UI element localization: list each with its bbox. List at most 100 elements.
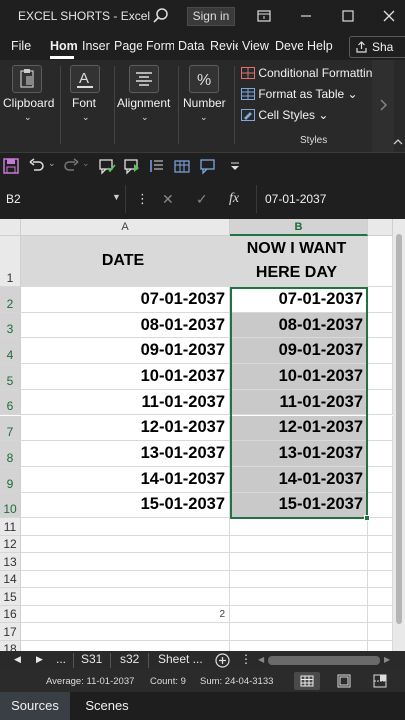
minimize-icon[interactable] xyxy=(298,8,314,24)
cell-c[interactable] xyxy=(368,466,393,493)
cancel-icon[interactable]: ✕ xyxy=(162,191,174,208)
enter-icon[interactable]: ✓ xyxy=(196,191,208,208)
insert-function-icon[interactable]: fx xyxy=(229,191,239,207)
cell-a14[interactable] xyxy=(21,570,230,589)
column-header-a[interactable]: A xyxy=(21,219,230,236)
cell-a1-header[interactable]: DATE xyxy=(21,236,230,287)
row-header[interactable]: 8 xyxy=(0,441,21,467)
sheet-tab-s32[interactable]: s32 xyxy=(120,652,139,666)
undo-icon[interactable] xyxy=(28,157,46,175)
redo-icon[interactable] xyxy=(62,157,80,175)
cell-a6[interactable]: 11-01-2037 xyxy=(21,389,230,416)
scroll-right-icon[interactable]: ▶ xyxy=(384,655,390,664)
cell-a9[interactable]: 14-01-2037 xyxy=(21,466,230,493)
tab-help[interactable]: Help xyxy=(307,39,333,53)
cell-b8[interactable]: 13-01-2037 xyxy=(230,441,368,467)
fill-handle[interactable] xyxy=(364,515,370,521)
select-all-corner[interactable] xyxy=(0,219,21,236)
row-header[interactable]: 18 xyxy=(0,640,21,651)
redo-dropdown-icon[interactable]: ⌄ xyxy=(82,158,90,169)
tab-home[interactable]: Hom xyxy=(50,39,77,53)
chevron-down-icon[interactable]: ▼ xyxy=(112,192,121,202)
cell-b5[interactable]: 10-01-2037 xyxy=(230,364,368,390)
cell-a16[interactable]: 2 xyxy=(21,605,230,624)
cell-b16[interactable] xyxy=(230,605,368,624)
row-header[interactable]: 1 xyxy=(0,236,21,287)
cell-b11[interactable] xyxy=(230,518,368,536)
cell-c[interactable] xyxy=(368,338,393,365)
ribbon-scroll-right[interactable] xyxy=(372,60,394,152)
tab-view[interactable]: View xyxy=(242,39,272,53)
cell-b14[interactable] xyxy=(230,570,368,589)
more-sheets-left[interactable]: ... xyxy=(56,652,66,666)
tab-data[interactable]: Data xyxy=(178,39,206,53)
tab-formulas[interactable]: Form xyxy=(146,39,174,53)
undo-dropdown-icon[interactable]: ⌄ xyxy=(48,158,56,169)
cell-b2[interactable]: 07-01-2037 xyxy=(230,287,368,313)
row-header[interactable]: 4 xyxy=(0,338,21,365)
cell-c[interactable] xyxy=(368,640,393,651)
cell-c[interactable] xyxy=(368,415,393,442)
row-header[interactable]: 16 xyxy=(0,605,21,624)
cell-b1-header[interactable]: NOW I WANT HERE DAY xyxy=(230,236,368,287)
cell-c[interactable] xyxy=(368,588,393,606)
cell-c[interactable] xyxy=(368,287,393,313)
sheet-tab-s31[interactable]: S31 xyxy=(81,652,102,666)
comment-arrow-icon[interactable] xyxy=(123,157,141,175)
save-icon[interactable] xyxy=(2,157,20,175)
cell-c[interactable] xyxy=(368,553,393,571)
scroll-left-icon[interactable]: ◀ xyxy=(258,655,264,664)
cell-a7[interactable]: 12-01-2037 xyxy=(21,415,230,442)
alignment-group[interactable]: Alignment ⌄ xyxy=(116,60,176,152)
normal-view-button[interactable] xyxy=(294,672,320,690)
worksheet-grid[interactable]: A B 1 DATE NOW I WANT HERE DAY 2 07-01-2037 07… xyxy=(0,219,393,651)
search-icon[interactable] xyxy=(152,7,170,25)
cell-c[interactable] xyxy=(368,312,393,339)
page-break-view-button[interactable] xyxy=(367,672,393,690)
scenes-tab[interactable]: Scenes xyxy=(74,692,140,720)
cell-b6[interactable]: 11-01-2037 xyxy=(230,389,368,416)
cell-a8[interactable]: 13-01-2037 xyxy=(21,441,230,467)
cell-b7[interactable]: 12-01-2037 xyxy=(230,415,368,442)
cell-c[interactable] xyxy=(368,605,393,624)
next-sheet-icon[interactable]: ▶ xyxy=(36,654,43,665)
cell-a10[interactable]: 15-01-2037 xyxy=(21,492,230,519)
sheet-tab-more[interactable]: Sheet ... xyxy=(158,652,203,666)
number-group[interactable]: % Number ⌄ xyxy=(180,60,232,152)
row-header[interactable]: 3 xyxy=(0,312,21,339)
cell-a15[interactable] xyxy=(21,588,230,606)
cell-b3[interactable]: 08-01-2037 xyxy=(230,312,368,339)
cell-b9[interactable]: 14-01-2037 xyxy=(230,466,368,493)
row-header[interactable]: 13 xyxy=(0,553,21,571)
close-icon[interactable] xyxy=(381,8,397,24)
comment-check-icon[interactable] xyxy=(98,157,116,175)
row-header[interactable]: 11 xyxy=(0,518,21,536)
cell-c[interactable] xyxy=(368,389,393,416)
tab-review[interactable]: Revie xyxy=(210,39,238,53)
cell-c[interactable] xyxy=(368,364,393,390)
font-group[interactable]: A Font ⌄ xyxy=(62,60,112,152)
column-header-c[interactable] xyxy=(368,219,393,236)
row-header[interactable]: 15 xyxy=(0,588,21,606)
row-header[interactable]: 2 xyxy=(0,287,21,313)
tab-file[interactable]: File xyxy=(11,39,31,53)
cell-b12[interactable] xyxy=(230,535,368,554)
tab-page-layout[interactable]: Page xyxy=(114,39,142,53)
row-header[interactable]: 9 xyxy=(0,466,21,493)
customize-toolbar-icon[interactable] xyxy=(226,157,244,175)
conditional-formatting-button[interactable]: Conditional Formatting xyxy=(241,66,379,80)
formula-input[interactable]: 07-01-2037 xyxy=(256,185,405,213)
column-header-b[interactable]: B xyxy=(230,219,368,236)
cell-c[interactable] xyxy=(368,236,393,287)
row-header[interactable]: 5 xyxy=(0,364,21,390)
name-box[interactable]: B2 ▼ xyxy=(0,185,126,213)
cell-a18[interactable] xyxy=(21,640,230,651)
cell-a3[interactable]: 08-01-2037 xyxy=(21,312,230,339)
cell-a11[interactable] xyxy=(21,518,230,536)
row-header[interactable]: 17 xyxy=(0,623,21,641)
cell-b17[interactable] xyxy=(230,623,368,641)
vertical-scroll-thumb[interactable] xyxy=(396,234,402,624)
collapse-ribbon-icon[interactable] xyxy=(392,138,404,146)
cell-a17[interactable] xyxy=(21,623,230,641)
cell-b13[interactable] xyxy=(230,553,368,571)
